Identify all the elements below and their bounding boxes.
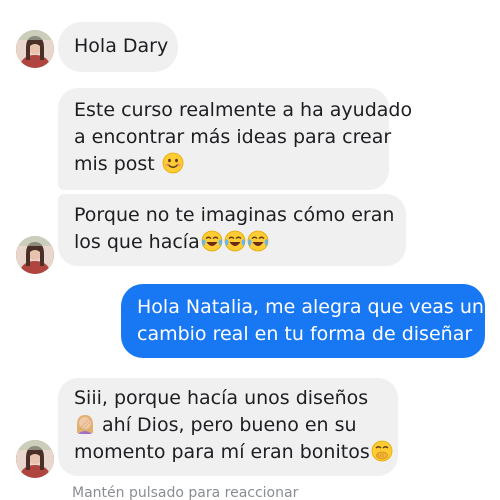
message-line: momento para mí eran bonitos bbox=[74, 439, 393, 466]
tears-of-joy-emoji-icon bbox=[247, 230, 269, 252]
reaction-hint-text: Mantén pulsado para reaccionar bbox=[72, 485, 299, 500]
message-line: mis post bbox=[74, 151, 371, 178]
message-text: momento para mí eran bonitos bbox=[74, 441, 370, 463]
message-text: Porque no te imaginas cómo eran bbox=[74, 204, 395, 226]
message-text: Hola Dary bbox=[74, 35, 169, 57]
message-text: ahí Dios, pero bueno en su bbox=[96, 414, 357, 436]
incoming-message-bubble[interactable]: Porque no te imaginas cómo eran los que … bbox=[58, 194, 406, 266]
tears-of-joy-emoji-icon bbox=[201, 230, 223, 252]
tears-of-joy-emoji-icon bbox=[224, 230, 246, 252]
incoming-message-bubble[interactable]: Este curso realmente a ha ayudado a enco… bbox=[58, 88, 413, 190]
contact-avatar[interactable] bbox=[16, 440, 54, 478]
message-line: ahí Dios, pero bueno en su bbox=[74, 412, 380, 439]
woman-facepalming-emoji-icon bbox=[74, 413, 96, 435]
message-text: cambio real en tu forma de diseñar bbox=[137, 323, 473, 345]
incoming-message-bubble[interactable]: Siii, porque hacía unos diseños ahí Dios… bbox=[58, 378, 398, 476]
message-text: mis post bbox=[74, 153, 161, 175]
face-with-hand-over-mouth-emoji-icon bbox=[371, 440, 393, 462]
message-text: Siii, porque hacía unos diseños bbox=[74, 387, 369, 409]
message-text: Este curso realmente a ha ayudado bbox=[74, 99, 413, 121]
message-text: a encontrar más ideas para crear bbox=[74, 126, 392, 148]
incoming-message-bubble[interactable]: Hola Dary bbox=[58, 22, 178, 72]
smiling-face-emoji-icon bbox=[162, 152, 184, 174]
outgoing-message-bubble[interactable]: Hola Natalia, me alegra que veas un camb… bbox=[121, 284, 485, 358]
message-line: los que hacía bbox=[74, 229, 388, 256]
contact-avatar[interactable] bbox=[16, 236, 54, 274]
contact-avatar[interactable] bbox=[16, 30, 54, 68]
message-text: Hola Natalia, me alegra que veas un bbox=[137, 296, 484, 318]
message-text: los que hacía bbox=[74, 231, 200, 253]
